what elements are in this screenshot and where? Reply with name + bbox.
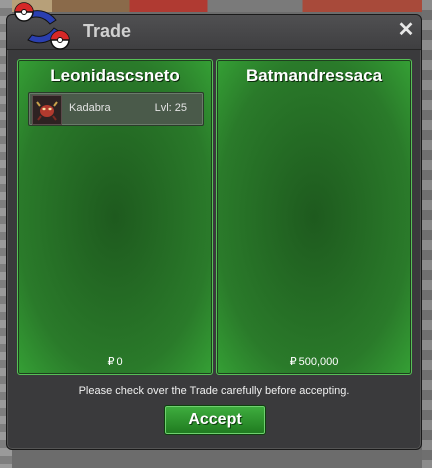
right-money: ₽500,000: [217, 355, 411, 368]
game-background-right: [422, 0, 432, 468]
trade-window: Trade ✕ Leonidascsneto Kadabra Lvl: 25 ₽…: [6, 14, 422, 450]
close-button[interactable]: ✕: [396, 20, 416, 40]
right-player-name: Batmandressaca: [245, 66, 383, 85]
currency-icon: ₽: [107, 356, 115, 368]
item-name: Kadabra: [69, 102, 111, 114]
pokeball-logo-icon: [14, 2, 70, 50]
item-level: Lvl: 25: [154, 102, 187, 114]
currency-icon: ₽: [289, 356, 297, 368]
trade-notice: Please check over the Trade carefully be…: [78, 385, 350, 397]
right-money-value: 500,000: [298, 356, 339, 368]
left-money: ₽0: [18, 355, 212, 368]
accept-button[interactable]: Accept: [164, 405, 266, 435]
trade-item-slot[interactable]: Kadabra Lvl: 25: [28, 92, 204, 126]
left-player-name: Leonidascsneto: [50, 66, 180, 85]
left-trade-panel: Leonidascsneto Kadabra Lvl: 25 ₽0: [17, 59, 213, 375]
window-title: Trade: [83, 21, 132, 41]
right-trade-panel: Batmandressaca ₽500,000: [216, 59, 412, 375]
left-money-value: 0: [116, 356, 123, 368]
kadabra-icon: [32, 95, 62, 125]
